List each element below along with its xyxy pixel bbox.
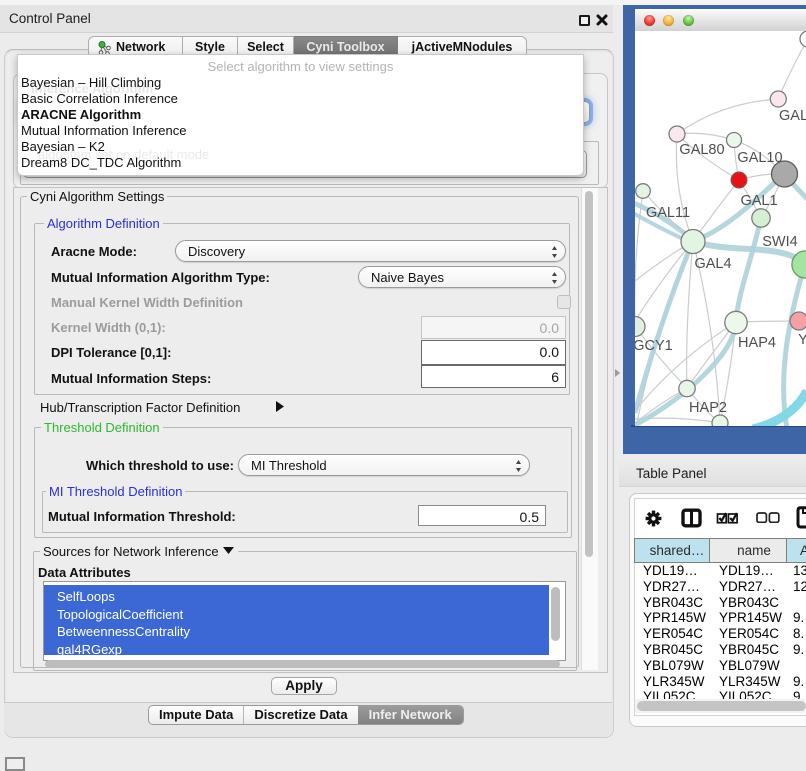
svg-text:HAP4: HAP4 <box>738 335 776 351</box>
svg-text:Y: Y <box>798 332 806 348</box>
svg-text:GAL80: GAL80 <box>679 142 724 158</box>
svg-text:GAL4: GAL4 <box>694 256 731 272</box>
svg-text:GAL1: GAL1 <box>740 193 777 209</box>
svg-text:GCY1: GCY1 <box>635 338 673 354</box>
svg-text:GAL10: GAL10 <box>737 150 782 166</box>
svg-text:GAL11: GAL11 <box>646 205 690 221</box>
svg-text:SWI4: SWI4 <box>762 234 797 250</box>
svg-text:HAP2: HAP2 <box>689 400 727 416</box>
svg-text:GAL7: GAL7 <box>779 108 806 124</box>
